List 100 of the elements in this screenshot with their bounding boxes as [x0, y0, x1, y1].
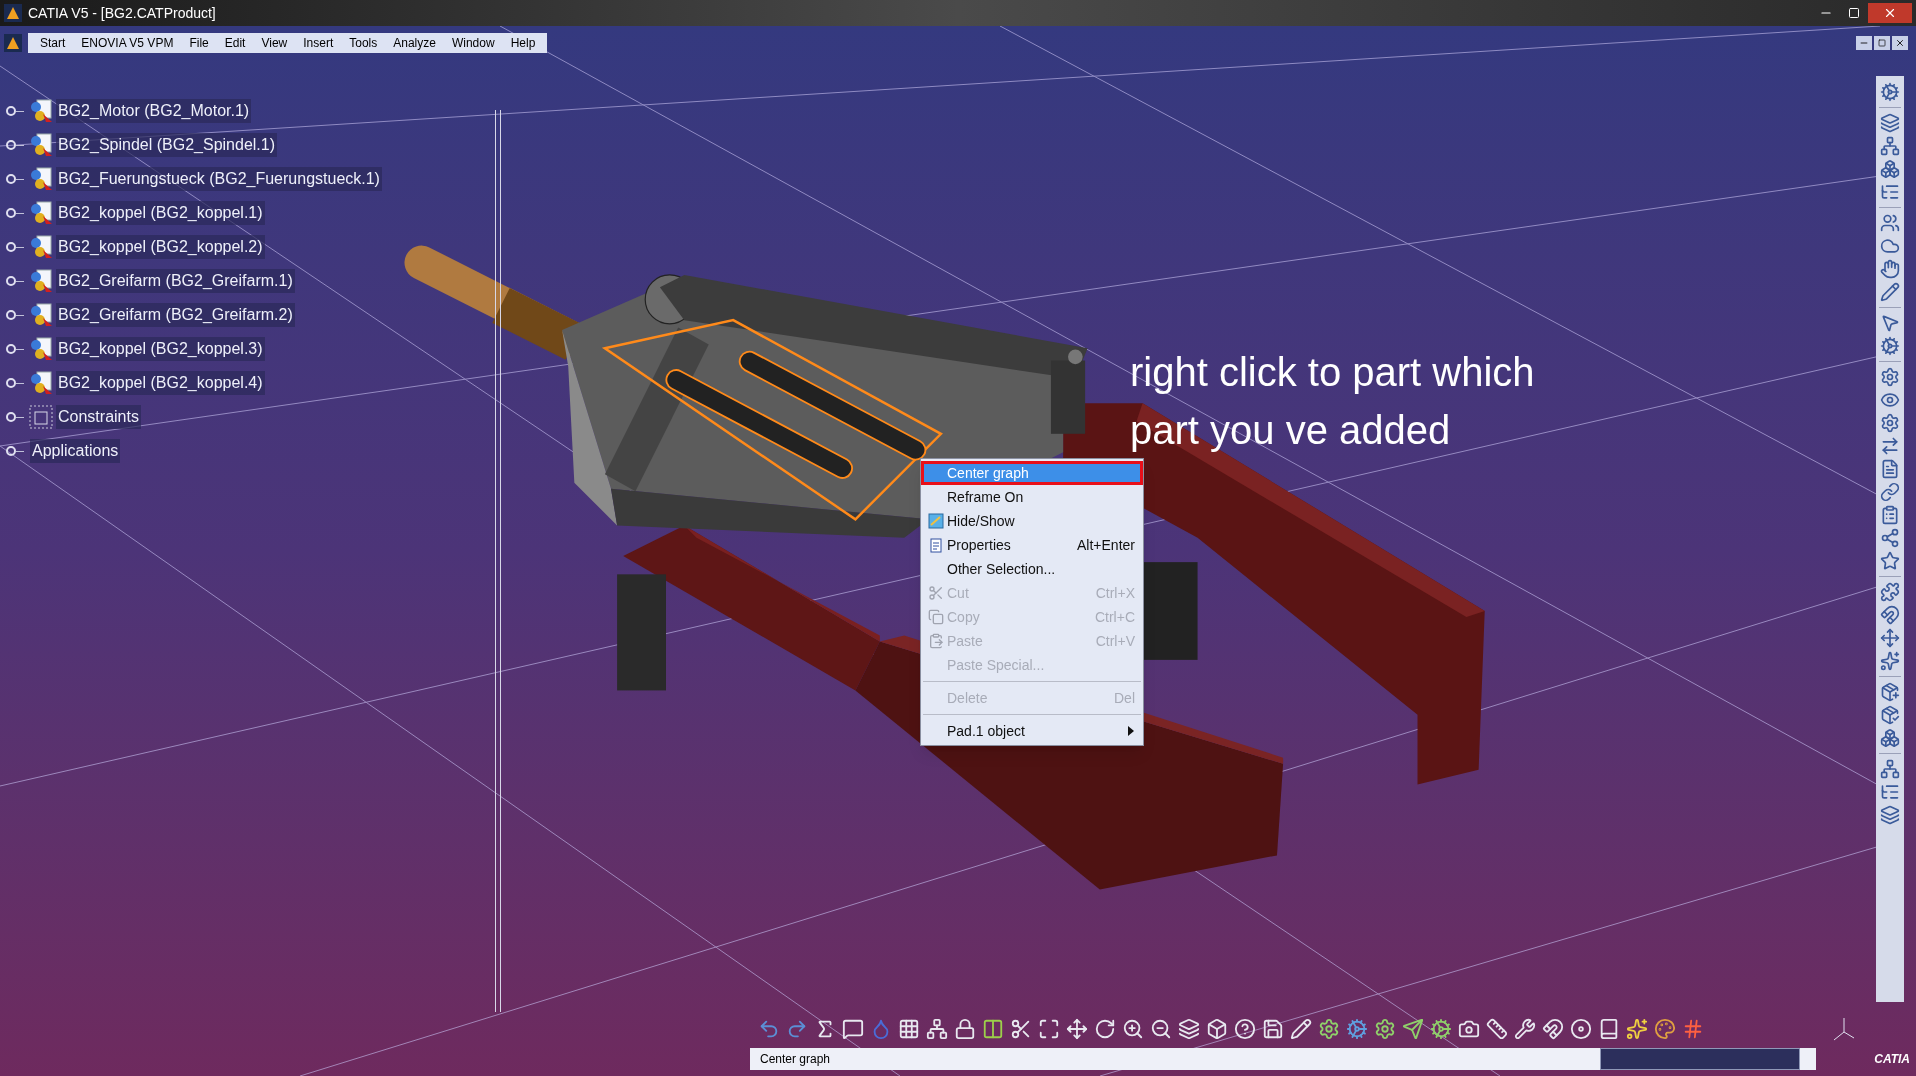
wrench-icon[interactable] — [1514, 1018, 1536, 1040]
sparkles-icon[interactable] — [1880, 651, 1900, 671]
scissors-icon[interactable] — [1010, 1018, 1032, 1040]
layers-icon[interactable] — [1178, 1018, 1200, 1040]
package-check-icon[interactable] — [1880, 705, 1900, 725]
menu-item[interactable]: Insert — [295, 34, 342, 52]
redo-icon[interactable] — [786, 1018, 808, 1040]
properties-icon — [928, 537, 944, 553]
link-icon[interactable] — [1880, 482, 1900, 502]
close-icon — [1895, 38, 1905, 48]
window-title: CATIA V5 - [BG2.CATProduct] — [28, 3, 216, 23]
tree-item[interactable]: BG2_Spindel (BG2_Spindel.1) — [56, 133, 278, 157]
layers-icon[interactable] — [1880, 805, 1900, 825]
gear-icon[interactable] — [1880, 367, 1900, 387]
menu-item[interactable]: Edit — [216, 34, 254, 52]
tree-item[interactable]: Applications — [30, 439, 121, 463]
package-plus-icon[interactable] — [1880, 682, 1900, 702]
close-icon — [1883, 6, 1897, 20]
menu-item[interactable]: ENOVIA V5 VPM — [73, 34, 182, 52]
document-icon[interactable] — [1880, 459, 1900, 479]
network-icon[interactable] — [926, 1018, 948, 1040]
menu-item[interactable]: Analyze — [385, 34, 444, 52]
pencil-icon[interactable] — [1880, 282, 1900, 302]
network-icon[interactable] — [1880, 136, 1900, 156]
zoom-out-icon[interactable] — [1150, 1018, 1172, 1040]
grid-icon[interactable] — [898, 1018, 920, 1040]
tree-item[interactable]: BG2_Greifarm (BG2_Greifarm.2) — [56, 303, 295, 327]
command-input-field[interactable] — [1600, 1048, 1800, 1070]
lock-icon[interactable] — [954, 1018, 976, 1040]
tree-item[interactable]: BG2_Fuerungstueck (BG2_Fuerungstueck.1) — [56, 167, 382, 191]
tree-item[interactable]: BG2_koppel (BG2_koppel.1) — [56, 201, 265, 225]
status-message: Center graph — [760, 1051, 831, 1068]
app-icon[interactable] — [4, 34, 22, 52]
menu-item[interactable]: File — [181, 34, 217, 52]
fit-all-icon[interactable] — [1038, 1018, 1060, 1040]
save-icon[interactable] — [1262, 1018, 1284, 1040]
product-icon — [28, 166, 54, 192]
submenu-arrow-icon — [1127, 726, 1135, 736]
tree-item[interactable]: Constraints — [56, 405, 141, 429]
ruler-icon[interactable] — [1486, 1018, 1508, 1040]
eye-toggle-icon — [928, 513, 944, 529]
cog-icon[interactable] — [1430, 1018, 1452, 1040]
boxes-icon[interactable] — [1880, 728, 1900, 748]
tree-item[interactable]: BG2_Greifarm (BG2_Greifarm.1) — [56, 269, 295, 293]
boxes-icon[interactable] — [1880, 159, 1900, 179]
network-icon[interactable] — [1880, 759, 1900, 779]
clipboard-icon[interactable] — [1880, 505, 1900, 525]
menu-item[interactable]: View — [253, 34, 296, 52]
tree-scrollbar[interactable] — [495, 110, 501, 1012]
list-tree-icon[interactable] — [1880, 782, 1900, 802]
list-tree-icon[interactable] — [1880, 182, 1900, 202]
cursor-icon[interactable] — [1880, 313, 1900, 333]
cloud-icon[interactable] — [1880, 236, 1900, 256]
menu-item[interactable]: Help — [502, 34, 544, 52]
rotate-icon[interactable] — [1094, 1018, 1116, 1040]
speech-bubble-icon[interactable] — [842, 1018, 864, 1040]
disc-icon[interactable] — [1570, 1018, 1592, 1040]
undo-icon[interactable] — [758, 1018, 780, 1040]
help-icon[interactable] — [1234, 1018, 1256, 1040]
columns-icon[interactable] — [982, 1018, 1004, 1040]
menu-item[interactable]: Tools — [341, 34, 386, 52]
menu-item[interactable]: Pad.1 object — [921, 719, 1143, 743]
users-icon[interactable] — [1880, 213, 1900, 233]
menu-item[interactable]: Start — [32, 34, 74, 52]
tree-item[interactable]: BG2_koppel (BG2_koppel.2) — [56, 235, 265, 259]
menu-item[interactable]: Other Selection... — [921, 557, 1143, 581]
layers-icon[interactable] — [1880, 113, 1900, 133]
share-icon[interactable] — [1880, 528, 1900, 548]
gear-icon[interactable] — [1880, 413, 1900, 433]
hash-icon[interactable] — [1682, 1018, 1704, 1040]
menu-item[interactable]: Reframe On — [921, 485, 1143, 509]
cog-icon[interactable] — [1880, 336, 1900, 356]
puzzle-icon[interactable] — [1880, 582, 1900, 602]
send-icon[interactable] — [1402, 1018, 1424, 1040]
hand-icon[interactable] — [1880, 259, 1900, 279]
cog-icon[interactable] — [1880, 82, 1900, 102]
gear-icon[interactable] — [1318, 1018, 1340, 1040]
tree-item[interactable]: BG2_Motor (BG2_Motor.1) — [56, 99, 252, 123]
paste-icon — [928, 633, 944, 649]
minimize-button[interactable] — [1856, 36, 1872, 50]
camera-icon[interactable] — [1458, 1018, 1480, 1040]
palette-icon[interactable] — [1654, 1018, 1676, 1040]
move-icon[interactable] — [1880, 628, 1900, 648]
magnet-icon[interactable] — [1880, 605, 1900, 625]
close-button[interactable] — [1892, 36, 1908, 50]
menu-item[interactable]: Properties Alt+Enter — [921, 533, 1143, 557]
tree-item[interactable]: BG2_koppel (BG2_koppel.3) — [56, 337, 265, 361]
book-icon[interactable] — [1598, 1018, 1620, 1040]
eye-icon[interactable] — [1880, 390, 1900, 410]
product-icon — [28, 234, 54, 260]
star-icon[interactable] — [1880, 551, 1900, 571]
cube-icon[interactable] — [1206, 1018, 1228, 1040]
cog-icon[interactable] — [1346, 1018, 1368, 1040]
menu-item[interactable]: Hide/Show — [921, 509, 1143, 533]
arrows-icon[interactable] — [1880, 436, 1900, 456]
tree-item[interactable]: BG2_koppel (BG2_koppel.4) — [56, 371, 265, 395]
menu-item[interactable]: Window — [443, 34, 503, 52]
gear-icon[interactable] — [1374, 1018, 1396, 1040]
zoom-in-icon[interactable] — [1122, 1018, 1144, 1040]
pan-icon[interactable] — [1066, 1018, 1088, 1040]
